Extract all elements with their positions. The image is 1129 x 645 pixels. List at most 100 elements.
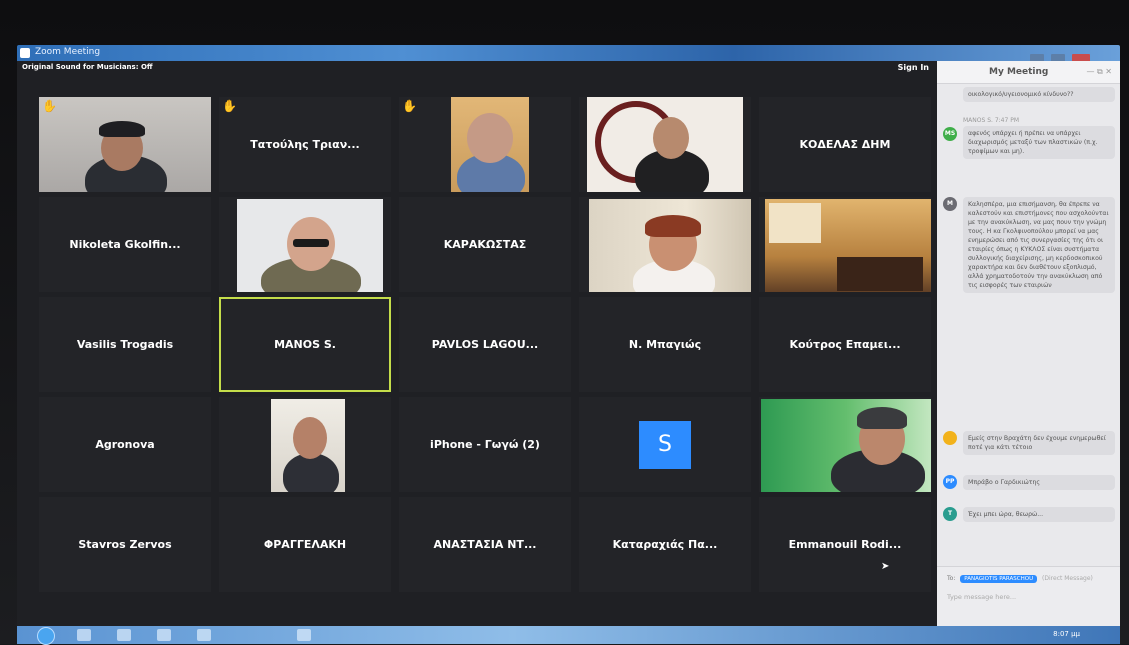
participant-tile-17[interactable]	[219, 397, 391, 492]
participant-name: Nikoleta Gkolfin...	[69, 238, 181, 251]
participant-tile-25[interactable]: Emmanouil Rodi... ➤	[759, 497, 931, 592]
glasses-icon	[293, 239, 329, 247]
participant-name: Emmanouil Rodi...	[788, 538, 902, 551]
participant-name: MANOS S.	[274, 338, 336, 351]
participant-video	[587, 97, 743, 192]
chat-message-text: αφενός υπάρχει ή πρέπει να υπάρχει διαχω…	[963, 126, 1115, 159]
participant-video	[271, 399, 345, 492]
participant-name: Vasilis Trogadis	[76, 338, 174, 351]
chat-message-sender: MANOS S. 7:47 PM	[963, 117, 1020, 124]
window-title: Zoom Meeting	[35, 47, 101, 57]
participant-tile-4[interactable]	[579, 97, 751, 192]
participant-face	[467, 113, 513, 163]
participant-tile-14[interactable]: Ν. Μπαγιώς	[579, 297, 751, 392]
participant-hair	[857, 407, 907, 429]
original-sound-toggle[interactable]: Original Sound for Musicians: Off	[22, 63, 153, 71]
chat-message: MANOS S. 7:47 PM MS αφενός υπάρχει ή πρέ…	[943, 117, 1115, 159]
participant-tile-20[interactable]	[759, 397, 931, 492]
participant-tile-7[interactable]	[219, 197, 391, 292]
chat-message-text: Έχει μπει ώρα, θεωρώ...	[963, 507, 1115, 522]
participant-name: PAVLOS LAGOU...	[431, 338, 539, 351]
taskbar-clock: 8:07 μμ	[1053, 630, 1080, 638]
taskbar-app-icon[interactable]	[117, 629, 131, 641]
participant-video	[589, 199, 751, 292]
chat-message: M Καλησπέρα, μια επισήμανση, θα έπρεπε ν…	[943, 197, 1115, 293]
avatar: M	[943, 197, 957, 211]
participant-tile-6[interactable]: Nikoleta Gkolfin...	[39, 197, 211, 292]
participant-name: ΦΡΑΓΓΕΛΑΚΗ	[263, 538, 347, 551]
chat-message: οικολογικό/υγειονομικό κίνδυνο??	[943, 87, 1115, 102]
avatar: S	[639, 420, 691, 469]
chat-message: PP Μπράβο ο Γαρδικιώτης	[943, 475, 1115, 490]
taskbar-app-icon[interactable]	[77, 629, 91, 641]
participant-tile-11[interactable]: Vasilis Trogadis	[39, 297, 211, 392]
chat-title: My Meeting	[989, 67, 1049, 77]
chat-panel: My Meeting — ⧉ ✕ οικολογικό/υγειονομικό …	[937, 61, 1120, 637]
participant-hair	[99, 121, 145, 137]
taskbar-app-icon[interactable]	[297, 629, 311, 641]
participant-tile-13[interactable]: PAVLOS LAGOU...	[399, 297, 571, 392]
avatar: MS	[943, 127, 957, 141]
windows-taskbar: 8:07 μμ	[17, 626, 1120, 645]
start-button[interactable]	[37, 627, 55, 645]
participant-name: Κούτρος Επαμει...	[789, 338, 901, 351]
participant-name: ΑΝΑΣΤΑΣΙΑ ΝΤ...	[433, 538, 537, 551]
chat-message-text: Μπράβο ο Γαρδικιώτης	[963, 475, 1115, 490]
participant-name: Τατούλης Τριαν...	[250, 138, 360, 151]
avatar: T	[943, 507, 957, 521]
participant-video	[765, 199, 931, 292]
participant-name: Agronova	[95, 438, 155, 451]
participant-tile-19[interactable]: S	[579, 397, 751, 492]
participant-video	[451, 97, 529, 192]
participant-face	[653, 117, 689, 159]
participant-tile-9[interactable]	[579, 197, 751, 292]
chat-message-text: Εμείς στην Βραχάτη δεν έχουμε ενημερωθεί…	[963, 431, 1115, 455]
participant-tile-16[interactable]: Agronova	[39, 397, 211, 492]
participant-name: ΚΑΡΑΚΩΣΤΑΣ	[443, 238, 527, 251]
raised-hand-icon: ✋	[42, 99, 57, 113]
participant-tile-1[interactable]: ✋	[39, 97, 211, 192]
avatar	[943, 431, 957, 445]
raised-hand-icon: ✋	[402, 99, 417, 113]
taskbar-app-icon[interactable]	[197, 629, 211, 641]
zoom-window: Zoom Meeting Original Sound for Musician…	[17, 45, 1120, 637]
participant-name: iPhone - Γωγώ (2)	[430, 438, 540, 451]
participant-tile-3[interactable]: ✋	[399, 97, 571, 192]
sign-in-link[interactable]: Sign In	[898, 63, 929, 72]
participant-video	[39, 97, 211, 192]
chat-message-text: Καλησπέρα, μια επισήμανση, θα έπρεπε να …	[963, 197, 1115, 293]
participant-tile-2[interactable]: Τατούλης Τριαν... ✋	[219, 97, 391, 192]
participant-tile-22[interactable]: ΦΡΑΓΓΕΛΑΚΗ	[219, 497, 391, 592]
participant-name: ΚΟΔΕΛΑΣ ΔΗΜ	[799, 138, 891, 151]
gallery-grid: ✋ Τατούλης Τριαν... ✋ ✋ ΚΟΔΕΛΑΣ ΔΗΜ Niko…	[39, 97, 931, 595]
meeting-top-bar: Original Sound for Musicians: Off Sign I…	[17, 61, 937, 75]
participant-hair	[645, 215, 701, 237]
participant-tile-12-active-speaker[interactable]: MANOS S.	[219, 297, 391, 392]
participant-tile-5[interactable]: ΚΟΔΕΛΑΣ ΔΗΜ	[759, 97, 931, 192]
participant-tile-24[interactable]: Καταραχιάς Πα...	[579, 497, 751, 592]
avatar: PP	[943, 475, 957, 489]
participant-face	[293, 417, 327, 459]
participant-tile-10[interactable]	[759, 197, 931, 292]
chat-input[interactable]: Type message here...	[947, 593, 1016, 601]
participant-video	[761, 399, 931, 492]
mouse-cursor-icon: ➤	[881, 561, 890, 572]
participant-name: Ν. Μπαγιώς	[628, 338, 702, 351]
participant-tile-15[interactable]: Κούτρος Επαμει...	[759, 297, 931, 392]
recipient-dropdown[interactable]: PANAGIOTIS PARASCHOU	[960, 575, 1038, 583]
zoom-logo-icon	[20, 48, 30, 58]
chat-message: Εμείς στην Βραχάτη δεν έχουμε ενημερωθεί…	[943, 431, 1115, 455]
raised-hand-icon: ✋	[222, 99, 237, 113]
participant-tile-8[interactable]: ΚΑΡΑΚΩΣΤΑΣ	[399, 197, 571, 292]
popout-close-icons[interactable]: — ⧉ ✕	[1086, 67, 1112, 77]
participant-name: Stavros Zervos	[78, 538, 172, 551]
window-titlebar: Zoom Meeting	[17, 45, 1120, 63]
participant-tile-21[interactable]: Stavros Zervos	[39, 497, 211, 592]
participant-video	[237, 199, 383, 292]
participant-tile-18[interactable]: iPhone - Γωγώ (2)	[399, 397, 571, 492]
direct-message-hint: (Direct Message)	[1042, 575, 1093, 582]
taskbar-app-icon[interactable]	[157, 629, 171, 641]
participant-tile-23[interactable]: ΑΝΑΣΤΑΣΙΑ ΝΤ...	[399, 497, 571, 592]
to-label: To:	[947, 575, 956, 582]
participant-name: Καταραχιάς Πα...	[612, 538, 718, 551]
